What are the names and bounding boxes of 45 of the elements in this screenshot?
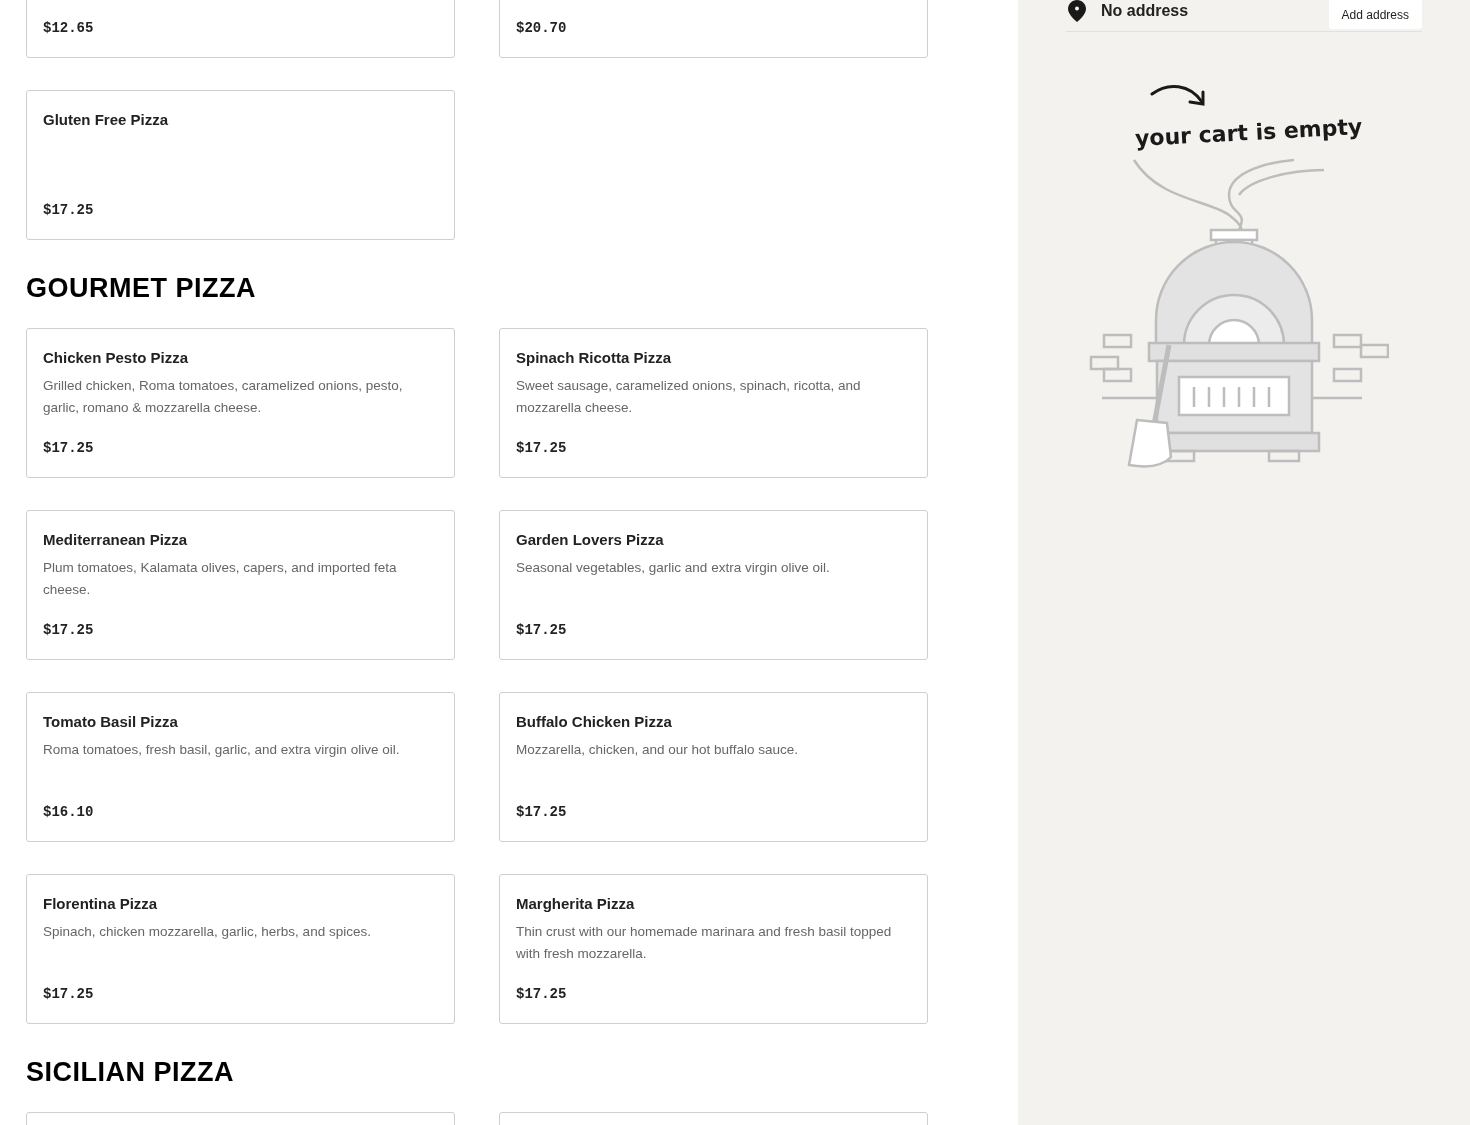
- item-price: $12.65: [43, 19, 95, 38]
- curved-arrow-icon: [1150, 82, 1208, 108]
- empty-cart-message: your cart is empty: [1134, 113, 1364, 153]
- item-description: Roma tomatoes, fresh basil, garlic, and extra virgin olive oil.: [43, 740, 401, 759]
- item-price: $17.25: [516, 439, 568, 458]
- item-name: Buffalo Chicken Pizza: [516, 712, 673, 732]
- menu-card[interactable]: Tomato Basil Pizza Roma tomatoes, fresh basil, garlic, and extra virgin olive oil. $16.10: [26, 692, 455, 842]
- item-description: Mozzarella, chicken, and our hot buffalo sauce.: [516, 740, 799, 759]
- item-price: $16.10: [43, 803, 95, 822]
- add-address-button[interactable]: Add address: [1328, 0, 1422, 29]
- item-price: $17.25: [43, 621, 95, 640]
- item-price: $17.25: [516, 621, 568, 640]
- item-name: Margherita Pizza: [516, 894, 636, 914]
- menu-card[interactable]: $12.65: [26, 0, 455, 58]
- item-description: Spinach, chicken mozzarella, garlic, herbs, and spices.: [43, 922, 372, 941]
- item-price: $20.70: [516, 19, 568, 38]
- item-price: $17.25: [516, 985, 568, 1004]
- address-text: No address: [1101, 0, 1189, 21]
- menu-card[interactable]: Margherita Pizza Thin crust with our homemade marinara and fresh basil topped with fresh mozzarella. $17.25: [499, 874, 928, 1024]
- item-description: Grilled chicken, Roma tomatoes, caramelized onions, pesto, garlic, romano & mozzarella cheese.: [43, 376, 404, 417]
- item-description: Seasonal vegetables, garlic and extra virgin olive oil.: [516, 558, 831, 577]
- item-name: Gluten Free Pizza: [43, 110, 170, 130]
- menu-card[interactable]: Mediterranean Pizza Plum tomatoes, Kalamata olives, capers, and imported feta cheese. $17.25: [26, 510, 455, 660]
- item-name: Tomato Basil Pizza: [43, 712, 179, 732]
- item-name: Chicken Pesto Pizza: [43, 348, 190, 368]
- menu-card[interactable]: Buffalo Chicken Pizza Mozzarella, chicken, and our hot buffalo sauce. $17.25: [499, 692, 928, 842]
- item-name: Mediterranean Pizza: [43, 530, 189, 550]
- section-heading: GOURMET PIZZA: [26, 272, 257, 305]
- menu-card[interactable]: Gluten Free Pizza $17.25: [26, 90, 455, 240]
- item-name: Florentina Pizza: [43, 894, 159, 914]
- menu-card[interactable]: Chicken Pesto Pizza Grilled chicken, Roma tomatoes, caramelized onions, pesto, garlic, romano & mozzarella cheese. $17.25: [26, 328, 455, 478]
- item-description: Sweet sausage, caramelized onions, spinach, ricotta, and mozzarella cheese.: [516, 376, 862, 417]
- item-price: $17.25: [43, 201, 95, 220]
- item-name: Garden Lovers Pizza: [516, 530, 665, 550]
- section-heading: SICILIAN PIZZA: [26, 1056, 235, 1089]
- menu-card[interactable]: Florentina Pizza Spinach, chicken mozzarella, garlic, herbs, and spices. $17.25: [26, 874, 455, 1024]
- menu-card[interactable]: Garden Lovers Pizza Seasonal vegetables, garlic and extra virgin olive oil. $17.25: [499, 510, 928, 660]
- item-price: $17.25: [43, 439, 95, 458]
- item-description: Plum tomatoes, Kalamata olives, capers, and imported feta cheese.: [43, 558, 398, 599]
- item-name: Spinach Ricotta Pizza: [516, 348, 673, 368]
- item-price: $17.25: [516, 803, 568, 822]
- item-price: $17.25: [43, 985, 95, 1004]
- menu-card[interactable]: $20.70: [499, 0, 928, 58]
- menu-card[interactable]: Spinach Ricotta Pizza Sweet sausage, caramelized onions, spinach, ricotta, and mozzarella cheese. $17.25: [499, 328, 928, 478]
- item-description: Thin crust with our homemade marinara and fresh basil topped with fresh mozzarella.: [516, 922, 893, 963]
